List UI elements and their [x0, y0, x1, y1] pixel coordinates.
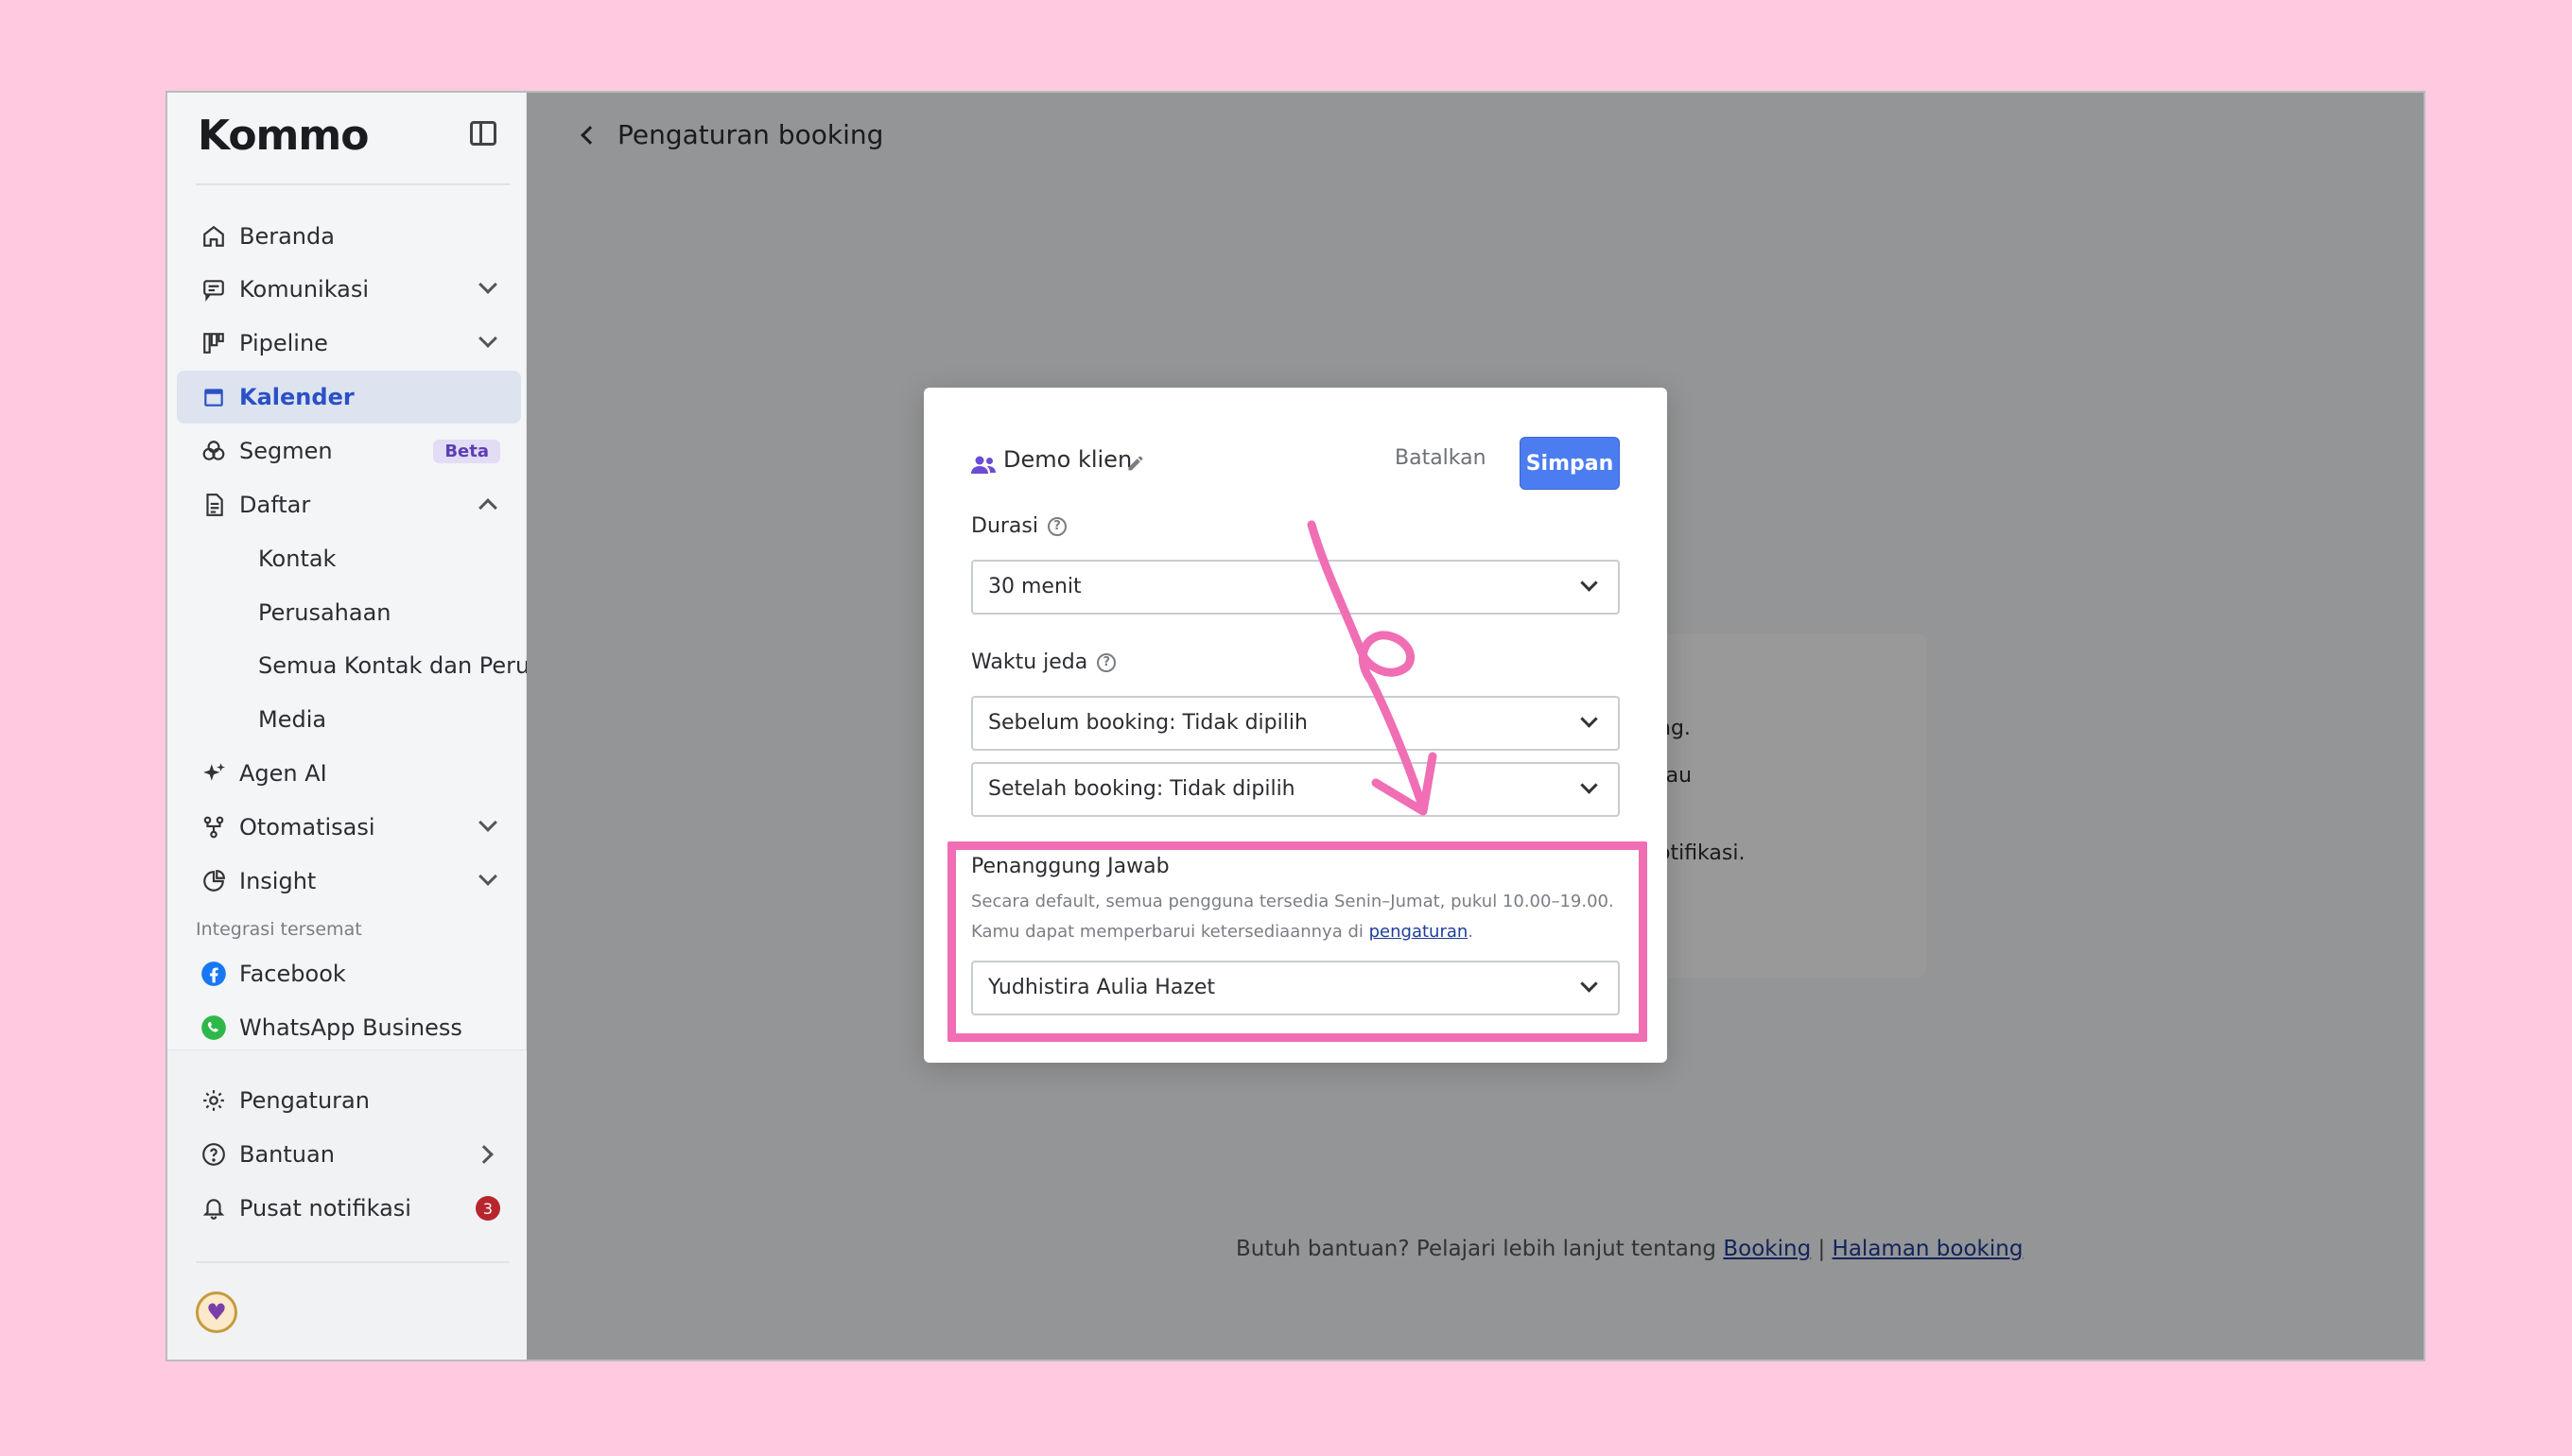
- break-before-value: Sebelum booking: Tidak dipilih: [988, 711, 1308, 735]
- break-after-value: Setelah booking: Tidak dipilih: [988, 777, 1295, 801]
- sparkle-icon: [200, 759, 228, 788]
- sidebar-item-perusahaan[interactable]: Perusahaan: [177, 586, 521, 639]
- sidebar-item-label: Pengaturan: [239, 1087, 370, 1114]
- sidebar-item-daftar[interactable]: Daftar: [177, 478, 521, 531]
- chart-pie-icon: [200, 867, 228, 895]
- whatsapp-icon: [200, 1014, 228, 1042]
- sidebar-item-label: Komunikasi: [239, 276, 370, 303]
- sidebar-item-label: Facebook: [239, 961, 346, 987]
- notification-count-badge: 3: [476, 1196, 500, 1221]
- sidebar-item-label: Media: [258, 706, 327, 733]
- sidebar-item-otomatisasi[interactable]: Otomatisasi: [177, 801, 521, 854]
- sidebar-item-label: Kalender: [239, 384, 355, 410]
- help-circle-icon[interactable]: ?: [1097, 652, 1117, 672]
- chevron-down-icon: [478, 329, 497, 348]
- sidebar-item-label: Pusat notifikasi: [239, 1195, 411, 1222]
- sidebar-item-semua-kontak[interactable]: Semua Kontak dan Peru...: [177, 639, 551, 692]
- help-icon: [200, 1140, 228, 1169]
- break-before-select[interactable]: Sebelum booking: Tidak dipilih: [971, 696, 1620, 751]
- integrations-heading: Integrasi tersemat: [196, 919, 362, 940]
- list-icon: [200, 491, 228, 519]
- break-time-label-text: Waktu jeda: [971, 650, 1088, 674]
- break-after-select[interactable]: Setelah booking: Tidak dipilih: [971, 762, 1620, 817]
- beta-badge: Beta: [433, 439, 500, 463]
- sidebar-item-notifikasi[interactable]: Pusat notifikasi 3: [177, 1182, 521, 1235]
- chevron-right-icon: [475, 1145, 494, 1164]
- sidebar-item-whatsapp[interactable]: WhatsApp Business: [177, 1001, 521, 1054]
- sidebar: Kommo Beranda Komunikasi Pipeline Kalend…: [167, 93, 551, 1360]
- chevron-down-icon: [478, 275, 497, 294]
- break-time-label: Waktu jeda ?: [971, 650, 1117, 674]
- sidebar-item-label: Insight: [239, 868, 317, 894]
- users-icon: [971, 454, 998, 480]
- calendar-icon: [200, 383, 228, 411]
- save-button[interactable]: Simpan: [1520, 437, 1620, 490]
- home-icon: [200, 222, 228, 251]
- user-avatar[interactable]: ♥: [196, 1291, 237, 1333]
- chevron-up-icon: [478, 498, 497, 517]
- sidebar-item-media[interactable]: Media: [177, 693, 521, 746]
- kommo-logo: Kommo: [198, 112, 369, 160]
- sidebar-item-kalender[interactable]: Kalender: [177, 371, 521, 424]
- automation-icon: [200, 813, 228, 841]
- facebook-icon: [200, 960, 228, 988]
- duration-label: Durasi ?: [971, 514, 1067, 538]
- sidebar-item-label: Pipeline: [239, 330, 328, 356]
- chevron-down-icon: [478, 867, 497, 886]
- duration-select[interactable]: 30 menit: [971, 560, 1620, 615]
- sidebar-item-label: WhatsApp Business: [239, 1014, 462, 1041]
- sidebar-item-label: Semua Kontak dan Peru...: [258, 652, 552, 679]
- sidebar-item-pengaturan[interactable]: Pengaturan: [177, 1074, 521, 1127]
- sidebar-item-segmen[interactable]: Segmen Beta: [177, 425, 521, 477]
- chat-icon: [200, 275, 228, 303]
- help-circle-icon[interactable]: ?: [1047, 516, 1067, 536]
- duration-label-text: Durasi: [971, 514, 1038, 538]
- pipeline-icon: [200, 329, 228, 357]
- sidebar-toggle-icon[interactable]: [470, 121, 496, 146]
- gear-icon: [200, 1086, 228, 1115]
- cancel-button[interactable]: Batalkan: [1395, 446, 1486, 470]
- bell-icon: [200, 1194, 228, 1222]
- pencil-icon[interactable]: [1126, 454, 1145, 477]
- sidebar-item-agen-ai[interactable]: Agen AI: [177, 747, 521, 800]
- sidebar-item-label: Agen AI: [239, 760, 327, 787]
- sidebar-item-beranda[interactable]: Beranda: [177, 210, 521, 263]
- sidebar-item-label: Daftar: [239, 492, 311, 518]
- divider: [196, 1261, 510, 1263]
- sidebar-item-label: Bantuan: [239, 1141, 335, 1168]
- sidebar-item-label: Segmen: [239, 438, 333, 464]
- sidebar-item-facebook[interactable]: Facebook: [177, 947, 521, 1000]
- sidebar-item-label: Otomatisasi: [239, 814, 375, 841]
- chevron-down-icon: [1580, 710, 1598, 728]
- segments-icon: [200, 437, 228, 465]
- sidebar-item-kontak[interactable]: Kontak: [177, 532, 521, 585]
- sidebar-item-insight[interactable]: Insight: [177, 855, 521, 908]
- divider: [196, 183, 510, 185]
- sidebar-item-bantuan[interactable]: Bantuan: [177, 1128, 521, 1181]
- sidebar-item-komunikasi[interactable]: Komunikasi: [177, 263, 521, 316]
- chevron-down-icon: [478, 813, 497, 832]
- sidebar-item-label: Beranda: [239, 223, 335, 250]
- sidebar-item-pipeline[interactable]: Pipeline: [177, 317, 521, 370]
- modal-title: Demo klien: [1003, 446, 1133, 473]
- sidebar-item-label: Perusahaan: [258, 599, 391, 626]
- duration-value: 30 menit: [988, 575, 1082, 598]
- sidebar-item-label: Kontak: [258, 546, 337, 572]
- chevron-down-icon: [1580, 776, 1598, 794]
- chevron-down-icon: [1580, 574, 1598, 592]
- highlight-box: [947, 841, 1647, 1042]
